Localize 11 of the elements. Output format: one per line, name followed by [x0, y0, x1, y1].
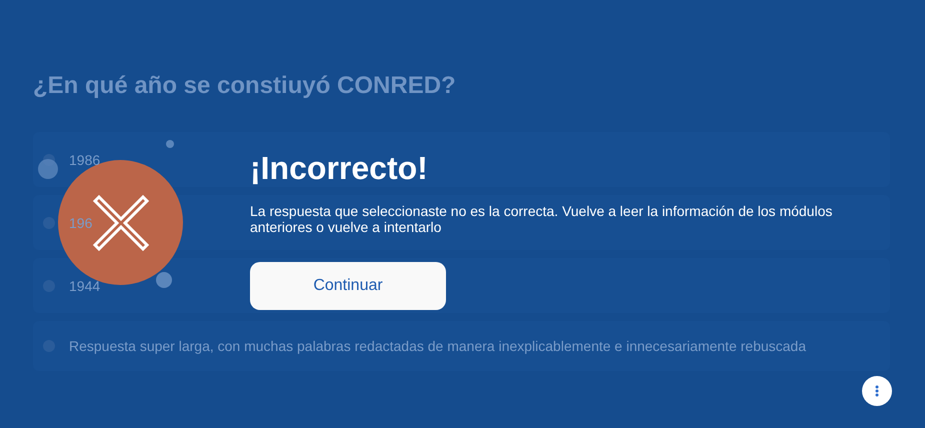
answer-option[interactable]: Respuesta super larga, con muchas palabras redactadas de manera inexplicablemente e innecesariamente rebuscada: [33, 321, 890, 371]
option-label: 1944: [69, 278, 100, 294]
more-button[interactable]: [862, 376, 892, 406]
dialog-title: ¡Incorrecto!: [250, 150, 428, 187]
option-label: 1986: [69, 152, 100, 168]
question-title: ¿En qué año se constiuyó CONRED?: [33, 72, 457, 100]
dialog-message: La respuesta que seleccionaste no es la correcta. Vuelve a leer la información de los módulos anteriores o vuelve a intentarlo: [250, 203, 834, 235]
option-label: Respuesta super larga, con muchas palabras redactadas de manera inexplicablemente e innecesariamente rebuscada: [69, 338, 806, 354]
continue-button[interactable]: Continuar: [250, 262, 446, 310]
option-label: 196: [69, 214, 92, 230]
more-icon: [875, 385, 879, 397]
